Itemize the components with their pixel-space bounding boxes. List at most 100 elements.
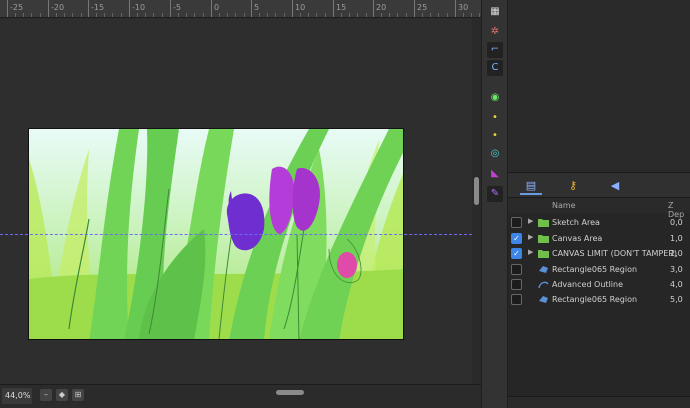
ruler-minor-tick (112, 13, 113, 17)
visibility-checkbox[interactable] (511, 217, 522, 228)
point-tool-icon[interactable]: • (487, 110, 503, 126)
panel-tabs: ▤ ⚷ ◀ (508, 172, 690, 198)
panel-bottom-bar (508, 396, 690, 408)
circle-tool-icon[interactable]: ◉ (487, 90, 503, 106)
transform-icon[interactable]: ✲ (487, 24, 503, 40)
ruler-major-tick (129, 0, 130, 17)
ruler-minor-tick (40, 13, 41, 17)
horizontal-ruler[interactable]: -25 -20 -15 -10 -5 0 5 10 15 20 25 30 (0, 0, 481, 18)
point-tool-2-icon[interactable]: • (487, 128, 503, 144)
ruler-label: -15 (91, 3, 105, 12)
zoom-level[interactable]: 44,0% (2, 388, 32, 404)
vertical-scrollbar[interactable] (472, 19, 481, 384)
layer-z-depth: 4,0 (670, 280, 683, 289)
curve-icon[interactable]: C (487, 60, 503, 76)
layer-row[interactable]: Advanced Outline 4,0 (508, 277, 690, 292)
ruler-minor-tick (381, 13, 382, 17)
layers-header: Name Z Dep (508, 198, 690, 219)
sound-tab-icon[interactable]: ◀ (604, 177, 626, 195)
layer-row[interactable]: ✓ ▶ Canvas Area 1,0 (508, 231, 690, 246)
ruler-minor-tick (137, 13, 138, 17)
ruler-minor-tick (357, 13, 358, 17)
visibility-checkbox[interactable] (511, 279, 522, 290)
visibility-checkbox[interactable]: ✓ (511, 233, 522, 244)
ruler-minor-tick (203, 13, 204, 17)
ruler-minor-tick (56, 13, 57, 17)
grid-icon[interactable]: ▦ (487, 4, 503, 20)
layer-name: Rectangle065 Region (552, 265, 638, 274)
layer-row[interactable]: Rectangle065 Region 5,0 (508, 292, 690, 307)
ruler-label: 0 (214, 3, 220, 12)
layer-name: CANVAS LIMIT (DON'T TAMPER) (552, 249, 677, 258)
ruler-major-tick (88, 0, 89, 17)
horizontal-scroll-thumb[interactable] (276, 390, 304, 395)
bone-icon[interactable]: ⌐ (487, 42, 503, 58)
layer-row[interactable]: ✓ ▶ CANVAS LIMIT (DON'T TAMPER) 2,0 (508, 246, 690, 261)
ruler-minor-tick (463, 13, 464, 17)
layer-name: Canvas Area (552, 234, 603, 243)
ruler-minor-tick (389, 13, 390, 17)
ruler-minor-tick (308, 13, 309, 17)
ruler-minor-tick (349, 13, 350, 17)
ruler-label: -20 (51, 3, 65, 12)
fill-icon[interactable]: ◣ (487, 166, 503, 182)
layers-tab-icon[interactable]: ▤ (520, 177, 542, 195)
ruler-minor-tick (284, 13, 285, 17)
layer-name: Advanced Outline (552, 280, 623, 289)
ruler-minor-tick (145, 13, 146, 17)
ruler-minor-tick (325, 13, 326, 17)
ruler-label: 15 (336, 3, 347, 12)
region-icon (539, 266, 548, 273)
ruler-minor-tick (479, 13, 480, 17)
layer-name: Sketch Area (552, 218, 600, 227)
ruler-label: -25 (10, 3, 24, 12)
ruler-major-tick (170, 0, 171, 17)
ruler-minor-tick (447, 13, 448, 17)
ruler-minor-tick (186, 13, 187, 17)
visibility-checkbox[interactable] (511, 264, 522, 275)
ruler-label: 5 (254, 3, 260, 12)
fit-view-icon[interactable]: ⊞ (72, 389, 84, 401)
horizontal-guide-line[interactable] (0, 234, 472, 235)
layer-row[interactable]: Rectangle065 Region 3,0 (508, 262, 690, 277)
ruler-minor-tick (259, 13, 260, 17)
zoom-out-icon[interactable]: – (40, 389, 52, 401)
layer-z-depth: 5,0 (670, 295, 683, 304)
ruler-minor-tick (121, 13, 122, 17)
pen-icon[interactable]: ✎ (487, 186, 503, 202)
ruler-minor-tick (162, 13, 163, 17)
ruler-minor-tick (430, 13, 431, 17)
ruler-label: -10 (132, 3, 146, 12)
visibility-checkbox[interactable]: ✓ (511, 248, 522, 259)
app-window: -25 -20 -15 -10 -5 0 5 10 15 20 25 30 44… (0, 0, 690, 408)
ruler-major-tick (7, 0, 8, 17)
ruler-minor-tick (422, 13, 423, 17)
canvas-area[interactable] (0, 19, 472, 384)
ruler-minor-tick (438, 13, 439, 17)
expand-arrow-icon[interactable]: ▶ (528, 233, 533, 241)
vertical-scroll-thumb[interactable] (474, 177, 479, 205)
zoom-reset-icon[interactable]: ◆ (56, 389, 68, 401)
ruler-major-tick (251, 0, 252, 17)
width-icon[interactable]: ◎ (487, 146, 503, 162)
layer-row[interactable]: ▶ Sketch Area 0,0 (508, 215, 690, 230)
name-column-header[interactable]: Name (552, 201, 576, 210)
ruler-minor-tick (104, 13, 105, 17)
ruler-minor-tick (471, 13, 472, 17)
expand-arrow-icon[interactable]: ▶ (528, 217, 533, 225)
ruler-minor-tick (219, 13, 220, 17)
ruler-label: 10 (295, 3, 306, 12)
folder-icon (538, 250, 549, 258)
expand-arrow-icon[interactable]: ▶ (528, 248, 533, 256)
ruler-minor-tick (341, 13, 342, 17)
ruler-minor-tick (227, 13, 228, 17)
layer-z-depth: 3,0 (670, 265, 683, 274)
ruler-minor-tick (316, 13, 317, 17)
ruler-major-tick (211, 0, 212, 17)
ruler-label: -5 (173, 3, 181, 12)
visibility-checkbox[interactable] (511, 294, 522, 305)
ruler-minor-tick (31, 13, 32, 17)
ruler-minor-tick (96, 13, 97, 17)
ruler-major-tick (48, 0, 49, 17)
keyframes-tab-icon[interactable]: ⚷ (562, 177, 584, 195)
